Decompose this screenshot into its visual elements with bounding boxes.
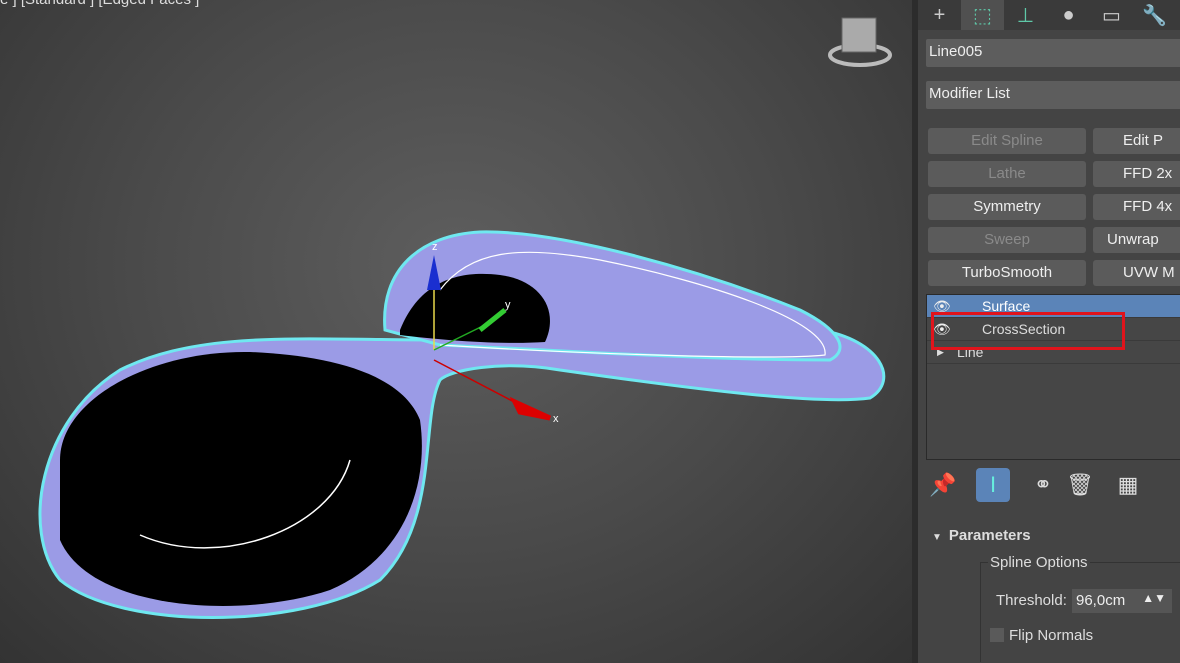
spinner-arrows-icon[interactable]: ▲▼	[1142, 591, 1166, 605]
highlight-annotation	[931, 312, 1125, 350]
viewport[interactable]: e ] [Standard ] [Edged Faces ] z y x	[0, 0, 912, 663]
modifier-button-lathe[interactable]: Lathe	[928, 161, 1086, 187]
threshold-value[interactable]: 96,0cm	[1076, 592, 1125, 609]
modifier-button-unwrap[interactable]: Unwrap	[1093, 227, 1180, 253]
utilities-tab-wrench-icon[interactable]: 🔧	[1133, 0, 1176, 30]
threshold-label: Threshold:	[996, 592, 1067, 609]
modifier-button-edit-spline[interactable]: Edit Spline	[928, 128, 1086, 154]
create-tab-plus-icon[interactable]: +	[918, 0, 961, 30]
modifier-list-dropdown[interactable]: Modifier List	[926, 81, 1180, 109]
flip-normals-checkbox[interactable]	[990, 628, 1004, 642]
modify-tab-icon[interactable]: ⬚	[961, 0, 1004, 30]
scene-object[interactable]: z y x	[0, 0, 912, 663]
viewcube-icon[interactable]	[828, 17, 892, 67]
flip-normals-label: Flip Normals	[1009, 627, 1094, 644]
modifier-button-uvw-map[interactable]: UVW M	[1093, 260, 1180, 286]
motion-tab-icon[interactable]: ●	[1047, 0, 1090, 30]
pin-stack-icon[interactable]: 📌	[926, 468, 960, 502]
y-axis-label: y	[505, 299, 511, 311]
threshold-spinner[interactable]: 96,0cm ▲▼	[1072, 589, 1172, 613]
parameters-title: Parameters	[948, 527, 1031, 544]
spline-options-label: Spline Options	[988, 554, 1090, 571]
trash-icon[interactable]: 🗑	[1063, 468, 1097, 502]
command-panel: + ⬚ ⊥ ● ▭ 🔧 Line005 Modifier List Edit S…	[918, 0, 1180, 663]
command-panel-tabs: + ⬚ ⊥ ● ▭ 🔧	[918, 0, 1180, 30]
x-axis-arrow	[509, 396, 552, 421]
object-name-input[interactable]: Line005	[926, 39, 1180, 67]
x-axis-label: x	[553, 413, 559, 425]
display-tab-monitor-icon[interactable]: ▭	[1090, 0, 1133, 30]
configure-modifier-sets-icon[interactable]: ▦	[1111, 468, 1145, 502]
make-unique-icon[interactable]: ⚭	[1026, 468, 1060, 502]
collapse-triangle-icon: ▼	[932, 532, 945, 543]
modifier-button-sweep[interactable]: Sweep	[928, 227, 1086, 253]
modifier-button-edit-poly[interactable]: Edit P	[1093, 128, 1180, 154]
hierarchy-tab-icon[interactable]: ⊥	[1004, 0, 1047, 30]
modifier-button-ffd2[interactable]: FFD 2x	[1093, 161, 1180, 187]
z-axis-label: z	[432, 241, 438, 253]
show-end-result-icon[interactable]: I	[976, 468, 1010, 502]
modifier-button-ffd4[interactable]: FFD 4x	[1093, 194, 1180, 220]
parameters-rollout-header[interactable]: ▼ Parameters	[932, 527, 1031, 544]
modifier-button-symmetry[interactable]: Symmetry	[928, 194, 1086, 220]
modifier-button-turbosmooth[interactable]: TurboSmooth	[928, 260, 1086, 286]
